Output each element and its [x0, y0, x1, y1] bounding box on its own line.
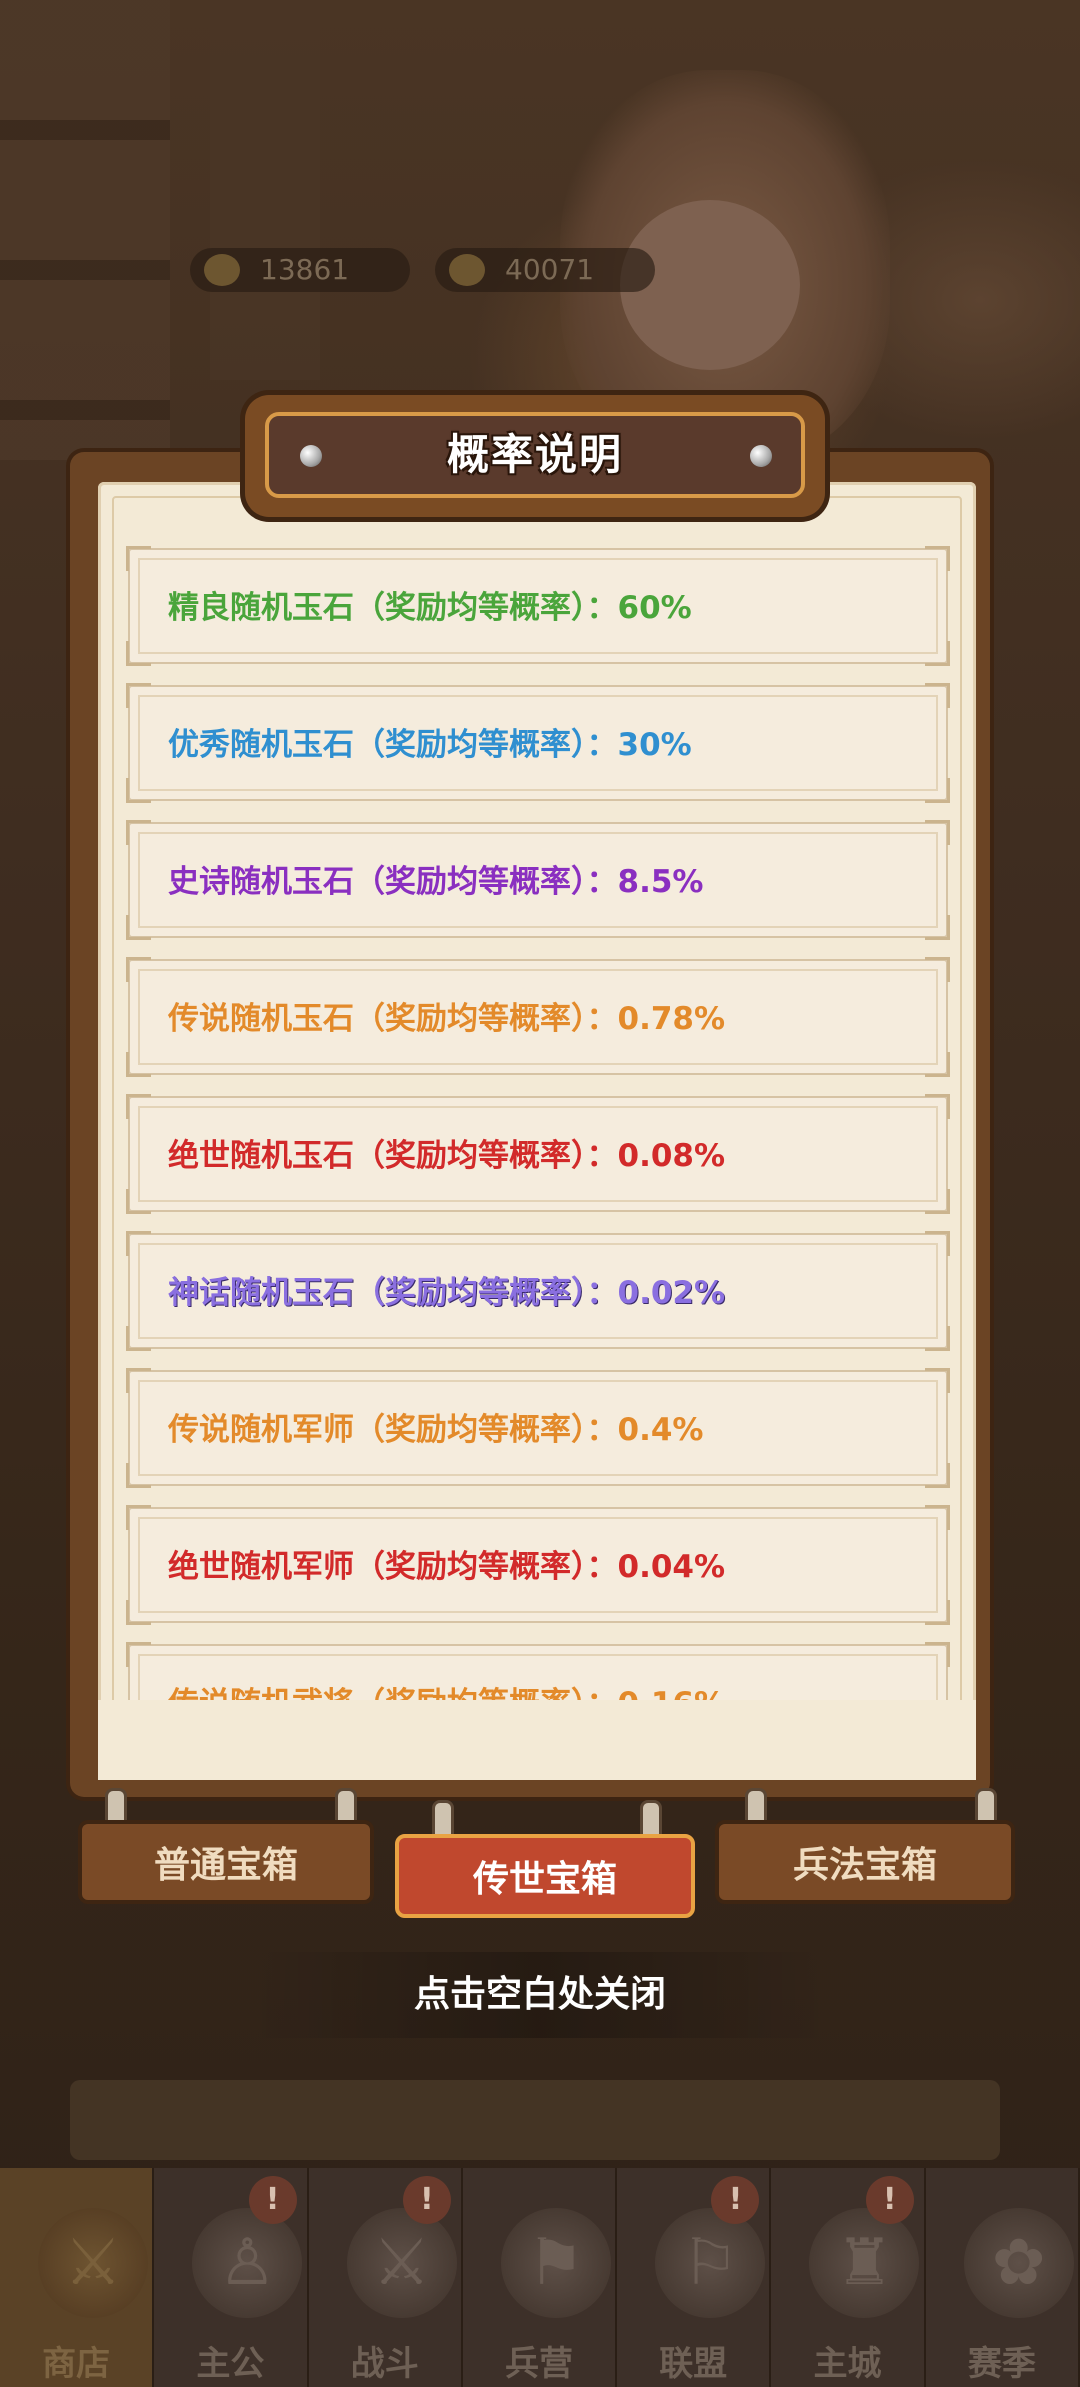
coin-counter: 40071: [435, 248, 655, 292]
shop-icon: ⚔: [38, 2208, 148, 2318]
nav-label: 主城: [813, 2344, 882, 2384]
lord-icon: ♙: [192, 2208, 303, 2318]
item-text: 绝世随机军师（奖励均等概率）：0.04%: [168, 1549, 726, 1585]
nav-label: 赛季: [967, 2344, 1036, 2384]
coin-icon: [449, 254, 485, 286]
nav-label: 商店: [42, 2344, 111, 2384]
item-text: 传说随机武将（奖励均等概率）：0.16%: [168, 1646, 725, 1700]
close-hint[interactable]: 点击空白处关闭: [250, 1960, 830, 2030]
item-text: 绝世随机玉石（奖励均等概率）：0.08%: [168, 1138, 726, 1174]
coin-value: 40071: [505, 253, 595, 286]
alert-badge-icon: !: [711, 2176, 760, 2224]
nav-label: 联盟: [659, 2344, 728, 2384]
nav-item-season[interactable]: ✿ 赛季: [925, 2168, 1080, 2387]
nav-item-battle[interactable]: ⚔ ! 战斗: [308, 2168, 463, 2387]
paper-footer: [98, 1700, 976, 1780]
background-pillar: [210, 0, 320, 380]
nav-label: 主公: [196, 2344, 265, 2384]
city-icon: ♜: [809, 2208, 920, 2318]
tab-heirloom-chest[interactable]: 传世宝箱: [395, 1834, 695, 1918]
alert-badge-icon: !: [402, 2176, 451, 2224]
modal-title: 概率说明: [446, 430, 623, 479]
nav-item-barracks[interactable]: ⚑ 兵营: [462, 2168, 618, 2387]
tab-label: 兵法宝箱: [792, 1845, 937, 1886]
list-item: 绝世随机玉石（奖励均等概率）：0.08%: [126, 1094, 950, 1214]
list-item: 神话随机玉石（奖励均等概率）：0.02%: [126, 1231, 950, 1351]
season-icon: ✿: [963, 2208, 1074, 2318]
alert-badge-icon: !: [248, 2176, 297, 2224]
item-text: 神话随机玉石（奖励均等概率）：0.02%: [168, 1275, 726, 1311]
nav-label: 战斗: [350, 2344, 419, 2384]
background-banner: [70, 2080, 1000, 2160]
item-text: 优秀随机玉石（奖励均等概率）：30%: [168, 727, 692, 763]
probability-list[interactable]: 精良随机玉石（奖励均等概率）：60% 优秀随机玉石（奖励均等概率）：30% 史诗…: [120, 540, 960, 1700]
list-item: 绝世随机军师（奖励均等概率）：0.04%: [126, 1505, 950, 1625]
list-item: 优秀随机玉石（奖励均等概率）：30%: [126, 683, 950, 803]
item-text: 史诗随机玉石（奖励均等概率）：8.5%: [168, 864, 704, 900]
list-item: 传说随机武将（奖励均等概率）：0.16%: [126, 1642, 950, 1700]
alliance-icon: ⚐: [655, 2208, 766, 2318]
tab-label: 传世宝箱: [472, 1859, 617, 1900]
gold-ingot-value: 13861: [260, 253, 350, 286]
tab-label: 普通宝箱: [153, 1845, 298, 1886]
list-item: 史诗随机玉石（奖励均等概率）：8.5%: [126, 820, 950, 940]
item-text: 精良随机玉石（奖励均等概率）：60%: [168, 590, 692, 626]
bottom-nav: ⚔ 商店 ♙ ! 主公 ⚔ ! 战斗 ⚑ 兵营 ⚐ ! 联盟 ♜ ! 主城 ✿ …: [0, 2168, 1080, 2387]
nav-item-shop[interactable]: ⚔ 商店: [0, 2168, 155, 2387]
item-text: 传说随机军师（奖励均等概率）：0.4%: [168, 1412, 704, 1448]
background-shelf: [0, 0, 170, 460]
tab-normal-chest[interactable]: 普通宝箱: [78, 1820, 374, 1904]
nav-item-city[interactable]: ♜ ! 主城: [771, 2168, 926, 2387]
list-item: 传说随机玉石（奖励均等概率）：0.78%: [126, 957, 950, 1077]
barracks-icon: ⚑: [500, 2208, 611, 2318]
item-text: 传说随机玉石（奖励均等概率）：0.78%: [168, 1001, 726, 1037]
battle-icon: ⚔: [346, 2208, 457, 2318]
gold-ingot-icon: [204, 254, 240, 286]
list-item: 精良随机玉石（奖励均等概率）：60%: [126, 546, 950, 666]
nav-item-alliance[interactable]: ⚐ ! 联盟: [617, 2168, 772, 2387]
gold-ingot-counter: 13861: [190, 248, 410, 292]
alert-badge-icon: !: [865, 2176, 914, 2224]
nav-label: 兵营: [504, 2344, 573, 2384]
tab-tactics-chest[interactable]: 兵法宝箱: [715, 1820, 1015, 1904]
nav-item-lord[interactable]: ♙ ! 主公: [154, 2168, 309, 2387]
list-item: 传说随机军师（奖励均等概率）：0.4%: [126, 1368, 950, 1488]
